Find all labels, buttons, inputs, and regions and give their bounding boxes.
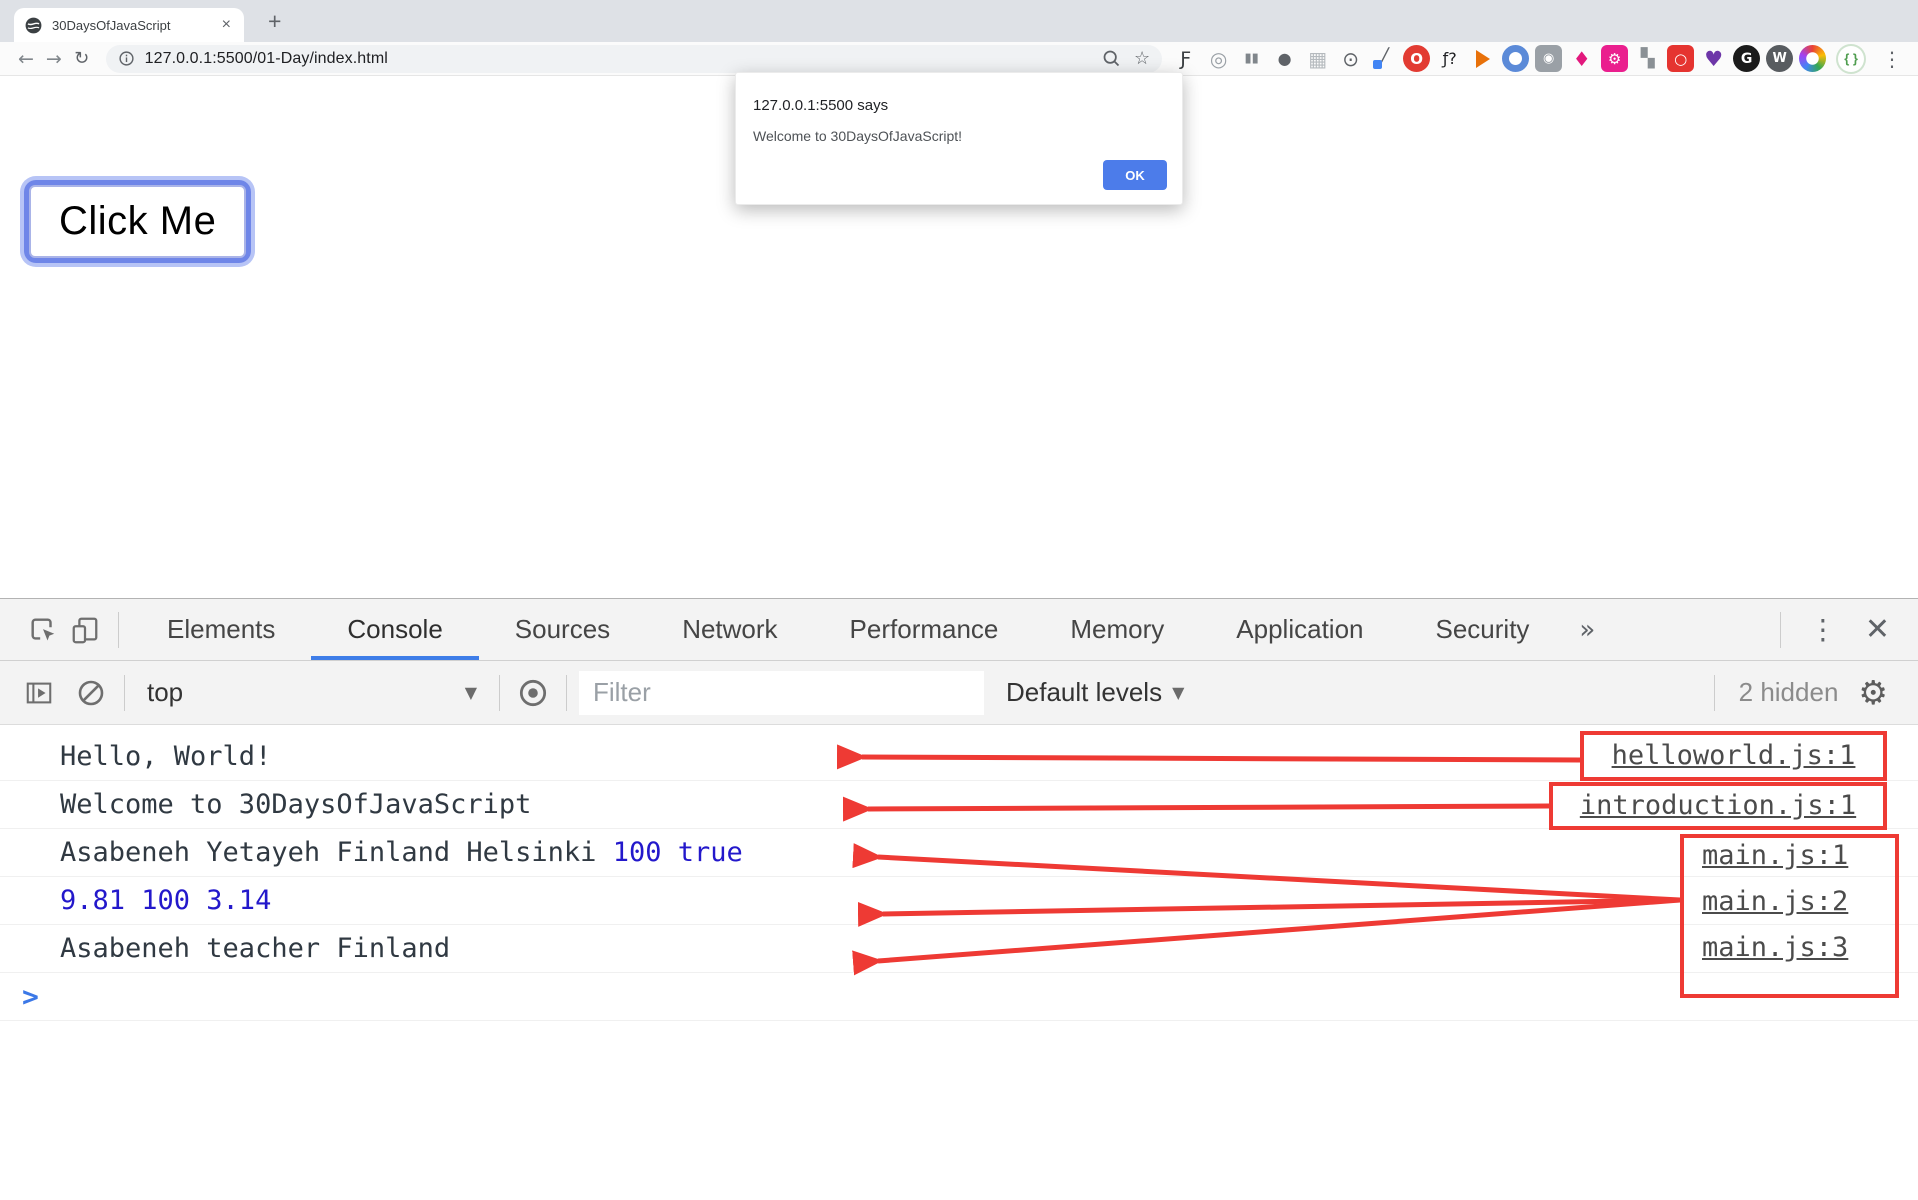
zoom-icon[interactable] [1101,48,1122,69]
red-ring-extension-icon[interactable]: ○ [1667,45,1695,72]
pink-star-extension-icon[interactable]: ♦ [1568,45,1595,72]
devtools-tab-bar: Elements Console Sources Network Perform… [0,599,1918,661]
console-message-text: Asabeneh Yetayeh Finland Helsinki [60,837,613,868]
bug-extension-icon[interactable]: ● [1271,45,1298,72]
divider [1779,611,1781,648]
browser-tab[interactable]: 30DaysOfJavaScript × [14,8,244,42]
address-bar[interactable]: 127.0.0.1:5500/01-Day/index.html ☆ [105,44,1163,73]
clear-console-icon[interactable] [70,677,112,709]
console-message-value: 9.81 100 3.14 [60,885,272,916]
console-message-value: 100 true [612,837,743,868]
grid-extension-icon[interactable]: ▦ [1304,45,1331,72]
click-me-button-border: Click Me [24,180,252,263]
alert-title: 127.0.0.1:5500 says [753,97,889,114]
function-help-extension-icon[interactable]: ƒ? [1436,45,1463,72]
devtools-panel: Elements Console Sources Network Perform… [0,598,1918,1200]
console-prompt[interactable]: > [0,973,1918,1021]
log-levels-value: Default levels [1006,677,1163,707]
context-selector-value: top [147,677,184,707]
eyedropper-extension-icon[interactable]: ╱ [1370,45,1397,72]
divider [118,611,119,648]
camera-extension-icon[interactable]: ◉ [1535,45,1563,72]
alert-ok-button[interactable]: OK [1103,160,1167,190]
font-script-extension-icon[interactable]: Ƒ [1172,45,1199,72]
inspect-element-icon[interactable] [22,615,64,645]
reader-bars-extension-icon[interactable]: ▮▮ [1238,45,1265,72]
profile-avatar[interactable]: { } [1836,43,1867,74]
console-message-row: 9.81 100 3.14 [0,877,1918,925]
hidden-messages-badge: 2 hidden [1738,677,1839,707]
divider [1713,674,1715,711]
megaphone-extension-icon[interactable] [1469,45,1496,72]
divider [566,674,567,711]
tab-elements[interactable]: Elements [131,599,311,660]
console-prompt-chevron-icon: > [22,980,39,1013]
console-source-link[interactable]: main.js:2 [1702,886,1848,918]
log-levels-selector[interactable]: Default levels ▼ [1006,677,1184,708]
red-circle-o-extension-icon[interactable]: O [1403,45,1431,72]
forward-button[interactable]: → [40,48,68,70]
page-info-icon[interactable] [118,50,135,67]
console-toolbar: top ▼ Default levels ▼ 2 hidden ⚙ [0,661,1918,725]
rainbow-ring-extension-icon[interactable] [1799,45,1827,72]
console-message-text: Welcome to 30DaysOfJavaScript [60,789,532,820]
console-source-link[interactable]: main.js:1 [1702,840,1848,872]
back-button[interactable]: ← [12,48,40,70]
blocks-extension-icon[interactable]: ▚ [1634,45,1661,72]
w-circle-extension-icon[interactable]: W [1766,45,1794,72]
console-message-row: Asabeneh teacher Finland [0,925,1918,973]
chevron-down-icon: ▼ [1172,683,1185,702]
alert-message: Welcome to 30DaysOfJavaScript! [753,128,963,144]
tab-sources[interactable]: Sources [479,599,646,660]
console-filter-input[interactable] [579,670,984,715]
pink-gear-extension-icon[interactable]: ⚙ [1601,45,1629,72]
tab-console[interactable]: Console [311,599,480,660]
device-toolbar-icon[interactable] [64,615,106,645]
console-source-link[interactable]: introduction.js:1 [1551,790,1885,822]
blue-ring-extension-icon[interactable] [1502,45,1530,72]
tab-memory[interactable]: Memory [1034,599,1200,660]
braces-circle-extension-icon[interactable]: ⊙ [1337,45,1364,72]
console-source-link[interactable]: main.js:3 [1702,932,1848,964]
reload-button[interactable]: ↻ [68,48,96,69]
browser-window: 30DaysOfJavaScript × + ← → ↻ 127.0.0.1:5… [0,0,1918,1200]
tab-performance[interactable]: Performance [814,599,1035,660]
console-sidebar-icon[interactable] [18,678,60,708]
click-me-button[interactable]: Click Me [20,176,256,267]
console-message-text: Asabeneh teacher Finland [60,933,451,964]
tab-network[interactable]: Network [646,599,813,660]
more-tabs-icon[interactable]: » [1565,615,1609,645]
click-me-button-face: Click Me [29,185,247,258]
new-tab-button[interactable]: + [260,6,289,37]
devtools-menu-icon[interactable]: ⋮ [1793,613,1853,646]
url-text: 127.0.0.1:5500/01-Day/index.html [144,49,388,67]
console-message-row: Asabeneh Yetayeh Finland Helsinki 100 tr… [0,829,1918,877]
heart-search-extension-icon[interactable]: ♥ [1700,45,1727,72]
browser-toolbar: ← → ↻ 127.0.0.1:5500/01-Day/index.html ☆… [0,42,1918,76]
site-favicon-icon [24,16,43,35]
devtools-close-icon[interactable]: ✕ [1853,612,1902,647]
console-settings-gear-icon[interactable]: ⚙ [1858,673,1888,712]
browser-tab-strip: 30DaysOfJavaScript × + [0,0,1918,42]
console-message-text: Hello, World! [60,741,272,772]
live-expression-eye-icon[interactable] [512,676,554,710]
target-extension-icon[interactable]: ◎ [1205,45,1232,72]
bookmark-star-icon[interactable]: ☆ [1134,48,1150,69]
divider [124,674,125,711]
context-selector[interactable]: top ▼ [137,677,487,708]
g-circle-extension-icon[interactable]: G [1733,45,1761,72]
console-source-link[interactable]: helloworld.js:1 [1582,740,1885,772]
extension-icons-row: Ƒ ◎ ▮▮ ● ▦ ⊙ ╱ Oƒ? ◉ ♦ ⚙ ▚ ○ ♥ G W [1172,45,1827,72]
tab-security[interactable]: Security [1400,599,1566,660]
tab-application[interactable]: Application [1200,599,1399,660]
divider [499,674,500,711]
tab-title: 30DaysOfJavaScript [52,17,171,33]
browser-menu-icon[interactable]: ⋮ [1878,47,1906,71]
tab-close-icon[interactable]: × [219,16,234,34]
alert-dialog: 127.0.0.1:5500 says Welcome to 30DaysOfJ… [735,72,1183,205]
click-me-label: Click Me [59,199,217,243]
chevron-down-icon: ▼ [464,683,477,702]
